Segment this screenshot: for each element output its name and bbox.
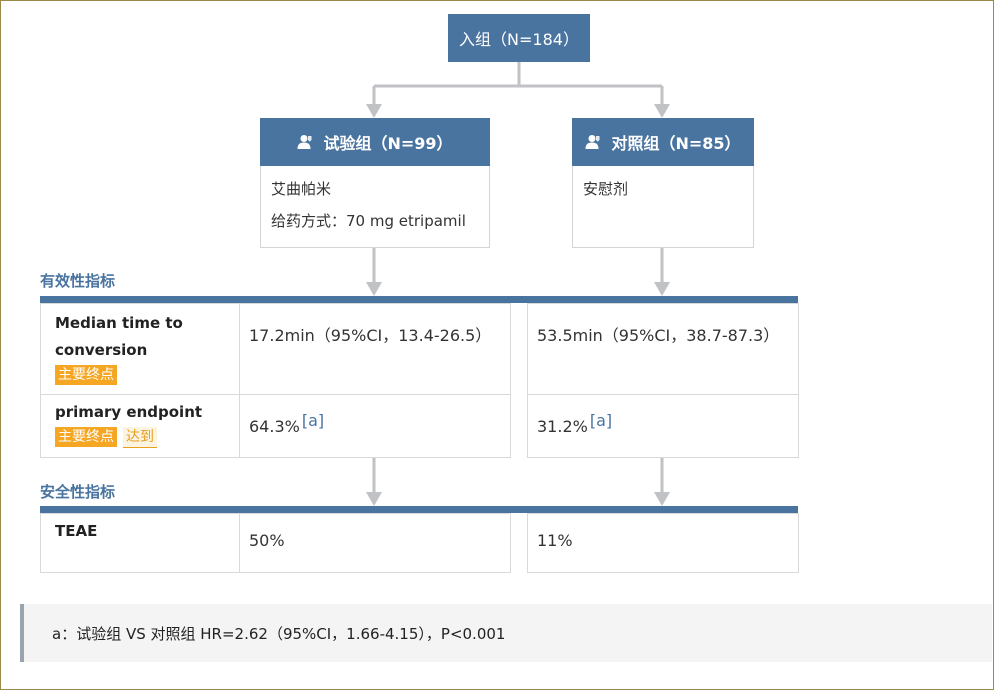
- person-icon: [297, 135, 312, 149]
- efficacy-row-2-treatment-cell: 64.3% [a]: [239, 394, 511, 458]
- safety-section-bar: [40, 506, 798, 513]
- arm-header-label: 试验组（N=99）: [323, 134, 453, 153]
- row-label-line: TEAE: [55, 522, 98, 540]
- footnote-ref-link[interactable]: [a]: [590, 411, 612, 430]
- arm-header-label: 对照组（N=85）: [611, 134, 741, 153]
- arm-header-control: 对照组（N=85）: [572, 118, 754, 166]
- arrowhead-arm-1: [366, 104, 382, 118]
- enrollment-label: 入组（N=184）: [459, 30, 579, 49]
- result-value: 50%: [249, 531, 285, 550]
- primary-endpoint-tag: 主要终点: [55, 427, 117, 447]
- result-value: 11%: [537, 531, 573, 550]
- enrollment-node: 入组（N=184）: [448, 14, 590, 62]
- result-value: 31.2%: [537, 417, 588, 436]
- arm-header-treatment: 试验组（N=99）: [260, 118, 490, 166]
- safety-row-1-label-cell: TEAE: [40, 513, 240, 573]
- result-value: 53.5min（95%CI，38.7-87.3）: [537, 326, 780, 345]
- arrowhead-safety-2: [654, 492, 670, 506]
- person-icon: [585, 135, 600, 149]
- footnote-box: a：试验组 VS 对照组 HR=2.62（95%CI，1.66-4.15），P<…: [20, 604, 992, 662]
- efficacy-row-1-control-cell: 53.5min（95%CI，38.7-87.3）: [527, 303, 799, 395]
- arm-drug-name: 安慰剂: [583, 180, 629, 198]
- arrowhead-arm-2: [654, 104, 670, 118]
- arm-detail-treatment: 艾曲帕米 给药方式：70 mg etripamil: [260, 166, 490, 248]
- safety-row-1-control-cell: 11%: [527, 513, 799, 573]
- arrowhead-safety-1: [366, 492, 382, 506]
- efficacy-row-2-control-cell: 31.2% [a]: [527, 394, 799, 458]
- footnote-text: a：试验组 VS 对照组 HR=2.62（95%CI，1.66-4.15），P<…: [52, 624, 506, 643]
- arm-drug-name: 艾曲帕米: [271, 180, 332, 198]
- row-label-line: conversion: [55, 341, 148, 359]
- arrowhead-efficacy-2: [654, 282, 670, 296]
- result-value: 64.3%: [249, 417, 300, 436]
- efficacy-section-bar: [40, 296, 798, 303]
- footnote-ref-link[interactable]: [a]: [302, 411, 324, 430]
- result-value: 17.2min（95%CI，13.4-26.5）: [249, 326, 492, 345]
- efficacy-section-title: 有效性指标: [40, 272, 116, 290]
- endpoint-met-tag: 达到: [123, 427, 157, 448]
- efficacy-row-1-treatment-cell: 17.2min（95%CI，13.4-26.5）: [239, 303, 511, 395]
- efficacy-row-2-label-cell: primary endpoint 主要终点 达到: [40, 394, 240, 458]
- row-label-line: Median time to: [55, 314, 183, 332]
- arrowhead-efficacy-1: [366, 282, 382, 296]
- efficacy-row-1-label-cell: Median time to conversion 主要终点: [40, 303, 240, 395]
- safety-row-1-treatment-cell: 50%: [239, 513, 511, 573]
- safety-section-title: 安全性指标: [40, 483, 116, 501]
- arm-detail-control: 安慰剂: [572, 166, 754, 248]
- row-label-line: primary endpoint: [55, 403, 203, 421]
- arm-dosing: 给药方式：70 mg etripamil: [271, 212, 466, 230]
- primary-endpoint-tag: 主要终点: [55, 365, 117, 385]
